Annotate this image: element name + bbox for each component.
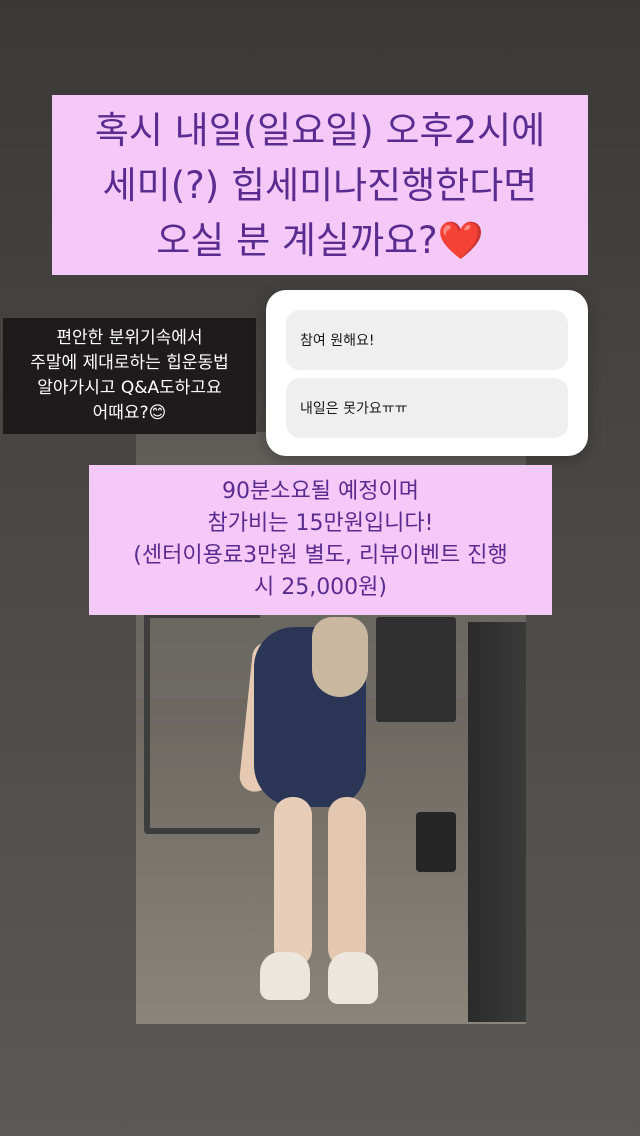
poll-option-label: 참여 원해요!	[300, 333, 375, 349]
person-leg-right	[328, 797, 366, 967]
sneaker-right	[328, 952, 378, 1004]
story-info-box: 90분소요될 예정이며 참가비는 15만원입니다! (센터이용료3만원 별도, …	[89, 465, 552, 615]
gym-machine-left	[144, 612, 260, 834]
story-title-text: 혹시 내일(일요일) 오후2시에 세미(?) 힙세미나진행한다면 오실 분 계실…	[94, 108, 546, 262]
story-title-box: 혹시 내일(일요일) 오후2시에 세미(?) 힙세미나진행한다면 오실 분 계실…	[52, 95, 588, 275]
gym-machine-right	[468, 622, 526, 1022]
person-leg-left	[274, 797, 312, 967]
story-info-text: 90분소요될 예정이며 참가비는 15만원입니다! (센터이용료3만원 별도, …	[133, 479, 508, 600]
poll-option-join[interactable]: 참여 원해요!	[286, 310, 568, 370]
story-note-box: 편안한 분위기속에서 주말에 제대로하는 힙운동법 알아가시고 Q&A도하고요 …	[3, 318, 256, 434]
sneaker-left	[260, 952, 310, 1000]
poll-option-label: 내일은 못가요ㅠㅠ	[300, 401, 408, 417]
poll-option-decline[interactable]: 내일은 못가요ㅠㅠ	[286, 378, 568, 438]
person-hair	[312, 617, 368, 697]
person-figure	[238, 617, 378, 1012]
gym-bench	[416, 812, 456, 872]
story-note-text: 편안한 분위기속에서 주말에 제대로하는 힙운동법 알아가시고 Q&A도하고요 …	[30, 328, 229, 423]
weight-rack	[376, 617, 456, 722]
poll-sticker: 참여 원해요! 내일은 못가요ㅠㅠ	[266, 290, 588, 456]
